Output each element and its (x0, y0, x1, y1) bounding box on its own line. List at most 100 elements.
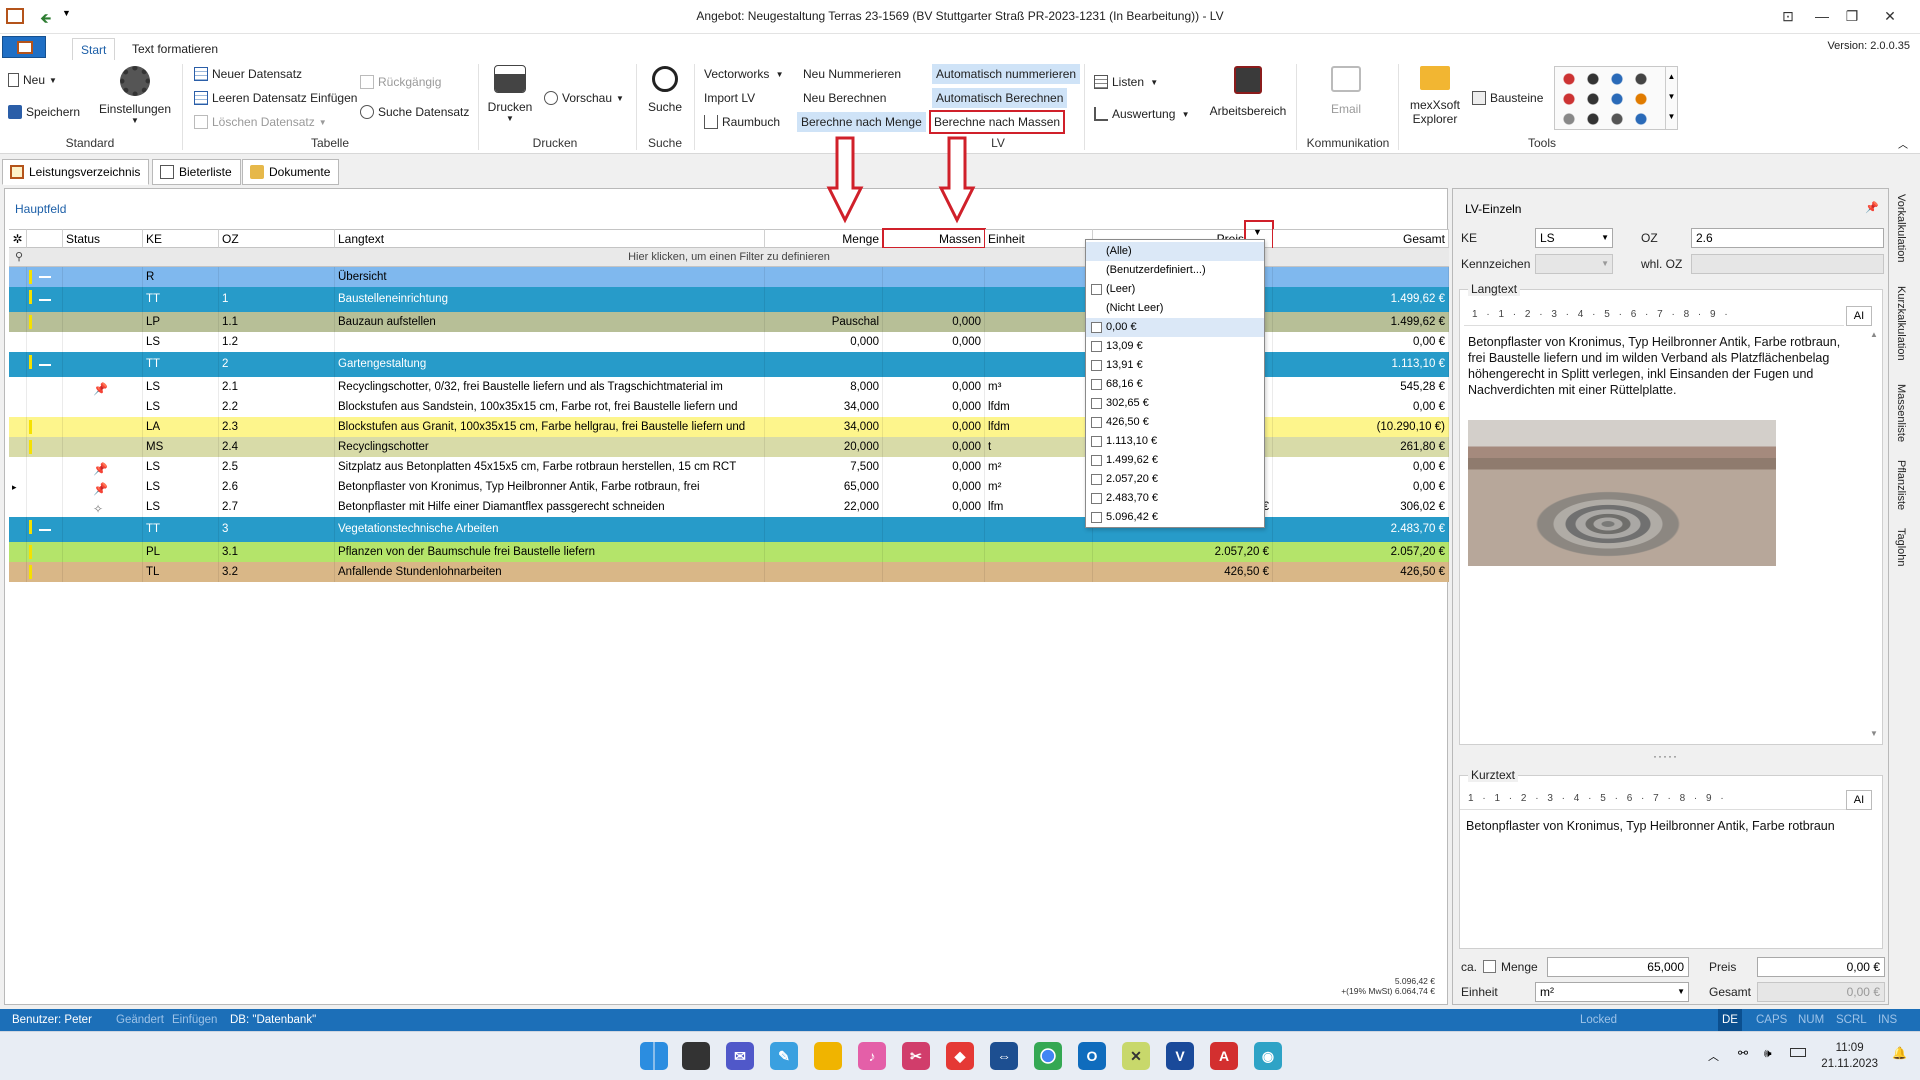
cell-oz[interactable]: 1.1 (219, 312, 335, 332)
header-row-selector[interactable]: ✲ (9, 229, 27, 248)
cell-massen[interactable]: 0,000 (883, 437, 985, 457)
table-row[interactable]: PL 3.1 Pflanzen von der Baumschule frei Ba… (9, 542, 1449, 562)
cell-status[interactable]: 📌 (63, 377, 143, 397)
teamviewer-icon[interactable]: ⇔ (990, 1042, 1018, 1070)
side-tab-taglohn[interactable]: Taglohn (1895, 528, 1907, 567)
tools-gallery[interactable]: ▲ ▼ ▼ (1554, 66, 1678, 130)
cell-ke[interactable]: MS (143, 437, 219, 457)
tab-bieterliste[interactable]: Bieterliste (152, 159, 241, 185)
cell-status[interactable]: 📌 (63, 457, 143, 477)
cell-gesamt[interactable]: 2.057,20 € (1273, 542, 1449, 562)
mexxsoft-taskbar-icon[interactable]: ✕ (1122, 1042, 1150, 1070)
collapse-minus-icon[interactable] (39, 363, 51, 366)
cell-massen[interactable]: 0,000 (883, 332, 985, 352)
cell-status[interactable] (63, 417, 143, 437)
cell-einheit[interactable] (985, 562, 1093, 582)
cell-langtext[interactable]: Blockstufen aus Sandstein, 100x35x15 cm,… (335, 397, 765, 417)
cell-gesamt[interactable] (1273, 267, 1449, 287)
cell-massen[interactable]: 0,000 (883, 497, 985, 517)
cell-menge[interactable] (765, 517, 883, 542)
cell-oz[interactable]: 2.4 (219, 437, 335, 457)
pin-blue-icon[interactable]: 📌 (93, 379, 108, 397)
column-header-gesamt[interactable]: Gesamt (1273, 229, 1449, 248)
collapse-minus-icon[interactable] (39, 528, 51, 531)
globe-app-icon[interactable]: ◉ (1254, 1042, 1282, 1070)
new-button[interactable]: Neu ▼ (8, 70, 57, 90)
itunes-icon[interactable]: ♪ (858, 1042, 886, 1070)
filter-option[interactable]: (Benutzerdefiniert...) (1086, 261, 1264, 280)
cell-status[interactable] (63, 397, 143, 417)
settings-button[interactable]: Einstellungen ▼ (98, 66, 172, 125)
filter-checkbox[interactable] (1091, 398, 1102, 409)
cell-gesamt[interactable]: 2.483,70 € (1273, 517, 1449, 542)
cell-ke[interactable]: LP (143, 312, 219, 332)
cell-einheit[interactable] (985, 352, 1093, 377)
ke-select[interactable]: LS ▼ (1535, 228, 1613, 248)
task-view-icon[interactable] (682, 1042, 710, 1070)
cell-preis[interactable]: 426,50 € (1093, 562, 1273, 582)
filter-checkbox[interactable] (1091, 436, 1102, 447)
outlook-icon[interactable]: O (1078, 1042, 1106, 1070)
kurztext-ruler[interactable]: 1 · 1 · 2 · 3 · 4 · 5 · 6 · 7 · 8 · 9 · (1460, 788, 1846, 810)
cell-gesamt[interactable]: 0,00 € (1273, 457, 1449, 477)
cell-ke[interactable]: PL (143, 542, 219, 562)
pin-red-icon[interactable]: 📌 (93, 479, 108, 497)
cell-einheit[interactable]: m³ (985, 377, 1093, 397)
taskbar-clock[interactable]: 11:09 21.11.2023 (1821, 1040, 1878, 1072)
cell-einheit[interactable]: m² (985, 457, 1093, 477)
cell-gesamt[interactable]: 1.499,62 € (1273, 312, 1449, 332)
cell-oz[interactable]: 2.2 (219, 397, 335, 417)
cell-einheit[interactable]: m² (985, 477, 1093, 497)
cell-gesamt[interactable]: 545,28 € (1273, 377, 1449, 397)
cell-oz[interactable]: 1 (219, 287, 335, 312)
close-button[interactable]: ✕ (1880, 7, 1900, 25)
cell-gesamt[interactable]: 306,02 € (1273, 497, 1449, 517)
pen-app-icon[interactable]: ✎ (770, 1042, 798, 1070)
cell-langtext[interactable]: Gartengestaltung (335, 352, 765, 377)
gesamt-input[interactable]: 0,00 € (1757, 982, 1885, 1002)
kurztext-ai-button[interactable]: AI (1846, 790, 1872, 810)
pin-blue-icon[interactable]: 📌 (93, 459, 108, 477)
cell-status[interactable] (63, 312, 143, 332)
filter-option[interactable]: 5.096,42 € (1086, 508, 1264, 527)
print-button[interactable]: Drucken ▼ (484, 65, 536, 123)
renumber-button[interactable]: Neu Nummerieren (800, 64, 904, 84)
column-header-langtext[interactable]: Langtext (335, 229, 765, 248)
auto-number-toggle[interactable]: Automatisch nummerieren (932, 64, 1081, 84)
cell-status[interactable]: ✧ (63, 497, 143, 517)
cell-menge[interactable] (765, 287, 883, 312)
cell-massen[interactable] (883, 287, 985, 312)
tab-text-formatieren[interactable]: Text formatieren (124, 38, 226, 60)
filter-option[interactable]: 1.499,62 € (1086, 451, 1264, 470)
cell-gesamt[interactable]: (10.290,10 €) (1273, 417, 1449, 437)
recalc-button[interactable]: Neu Berechnen (800, 88, 889, 108)
langtext-ruler[interactable]: 1 · 1 · 2 · 3 · 4 · 5 · 6 · 7 · 8 · 9 · (1464, 304, 1844, 326)
filter-option[interactable]: (Nicht Leer) (1086, 299, 1264, 318)
cell-massen[interactable] (883, 562, 985, 582)
cell-langtext[interactable]: Vegetationstechnische Arbeiten (335, 517, 765, 542)
cell-menge[interactable]: 20,000 (765, 437, 883, 457)
cell-ke[interactable]: LS (143, 497, 219, 517)
tray-overflow-icon[interactable]: ︿ (1708, 1048, 1719, 1064)
new-record-button[interactable]: Neuer Datensatz (194, 64, 302, 84)
column-header-massen[interactable]: Massen (882, 228, 986, 249)
battery-icon[interactable] (1790, 1048, 1806, 1057)
ca-checkbox[interactable] (1483, 960, 1496, 973)
calc-by-massen-button[interactable]: Berechne nach Massen (928, 110, 1066, 134)
cell-ke[interactable]: R (143, 267, 219, 287)
app-menu-button[interactable] (2, 36, 46, 58)
collapse-minus-icon[interactable] (39, 298, 51, 301)
cell-menge[interactable]: 8,000 (765, 377, 883, 397)
cell-gesamt[interactable]: 1.113,10 € (1273, 352, 1449, 377)
menge-input[interactable]: 65,000 (1547, 957, 1689, 977)
filter-option[interactable]: (Leer) (1086, 280, 1264, 299)
cell-massen[interactable]: 0,000 (883, 397, 985, 417)
filter-option[interactable]: 2.483,70 € (1086, 489, 1264, 508)
filter-checkbox[interactable] (1091, 455, 1102, 466)
preis-input[interactable]: 0,00 € (1757, 957, 1885, 977)
search-button[interactable]: Suche (642, 66, 688, 114)
cell-massen[interactable] (883, 517, 985, 542)
maximize-button[interactable]: ❐ (1842, 7, 1862, 25)
cell-gesamt[interactable]: 0,00 € (1273, 477, 1449, 497)
cell-status[interactable] (63, 437, 143, 457)
